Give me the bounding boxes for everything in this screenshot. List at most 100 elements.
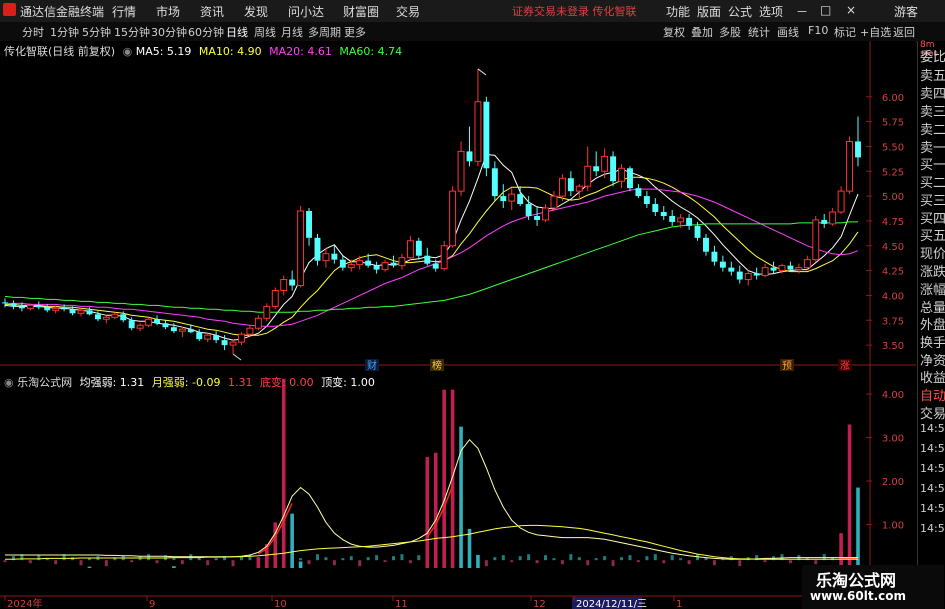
y-tick-label: 4.25 bbox=[882, 267, 904, 278]
maximize-button[interactable]: □ bbox=[820, 3, 831, 17]
menu-item-faxian[interactable]: 发现 bbox=[244, 3, 268, 20]
sub-small-bar bbox=[383, 560, 387, 563]
f10-button[interactable]: F10 bbox=[808, 24, 828, 37]
close-button[interactable]: × bbox=[846, 3, 856, 17]
tab-15min[interactable]: 15分钟 bbox=[114, 24, 150, 40]
add-watchlist-button[interactable]: +自选 bbox=[860, 24, 891, 40]
guest-label[interactable]: 游客 bbox=[894, 3, 918, 20]
menu-item-xuanxiang[interactable]: 选项 bbox=[759, 3, 783, 20]
candle-body bbox=[77, 309, 85, 314]
panel-turnover: 换手 bbox=[920, 336, 945, 351]
watermark: 乐淘公式网 www.60lt.com bbox=[802, 565, 944, 609]
menu-item-jiaoyi[interactable]: 交易 bbox=[396, 3, 420, 20]
tab-fenshi[interactable]: 分时 bbox=[22, 24, 44, 40]
avg-strength-label: 均强弱: 1.31 bbox=[79, 376, 145, 389]
adjust-button[interactable]: 复权 bbox=[663, 24, 685, 40]
menu-item-gongshi[interactable]: 公式 bbox=[728, 3, 752, 20]
date-label: 2024/12/11/三 bbox=[576, 599, 647, 609]
candle-body bbox=[627, 168, 633, 189]
draw-line-button[interactable]: 画线 bbox=[777, 24, 799, 40]
candle-body bbox=[711, 251, 718, 262]
candle-body bbox=[213, 335, 220, 341]
sub-small-bar bbox=[670, 555, 674, 561]
sub-small-bar bbox=[577, 557, 581, 561]
candle-body bbox=[787, 265, 794, 270]
candle-body bbox=[94, 314, 101, 320]
menu-item-caifuquan[interactable]: 财富圈 bbox=[343, 3, 379, 20]
menu-item-hangqing[interactable]: 行情 bbox=[112, 3, 136, 20]
settings-icon[interactable]: ◉ bbox=[4, 376, 14, 389]
candle-body bbox=[44, 307, 51, 311]
sub-bar bbox=[273, 522, 278, 568]
sub-bar bbox=[476, 554, 480, 568]
panel-outer: 外盘 bbox=[920, 318, 945, 333]
sub-small-bar bbox=[366, 557, 370, 561]
menu-item-shichang[interactable]: 市场 bbox=[156, 3, 180, 20]
date-label: 10 bbox=[274, 599, 287, 609]
candle-body bbox=[18, 306, 25, 309]
menu-item-banmian[interactable]: 版面 bbox=[697, 3, 721, 20]
sub-small-bar bbox=[180, 560, 184, 565]
candle-body bbox=[584, 165, 592, 187]
sub-small-bar bbox=[375, 555, 379, 561]
candle-body bbox=[306, 210, 312, 238]
tab-weekly[interactable]: 周线 bbox=[254, 24, 276, 40]
candle-body bbox=[457, 150, 465, 192]
candle-body bbox=[778, 265, 786, 272]
panel-earnings: 收益 bbox=[920, 371, 945, 386]
multi-stock-button[interactable]: 多股 bbox=[719, 24, 741, 40]
candle-body bbox=[593, 166, 600, 172]
tab-30min[interactable]: 30分钟 bbox=[151, 24, 187, 40]
sub-y-tick-label: 4.00 bbox=[882, 390, 904, 401]
panel-auto[interactable]: 自动 bbox=[920, 385, 945, 404]
statistics-button[interactable]: 统计 bbox=[748, 24, 770, 40]
panel-trade[interactable]: 交易 bbox=[920, 403, 945, 422]
tab-more[interactable]: 更多 bbox=[344, 24, 366, 40]
mark-button[interactable]: 标记 bbox=[834, 24, 856, 40]
login-status[interactable]: 证券交易未登录 传化智联 bbox=[512, 3, 637, 19]
tab-60min[interactable]: 60分钟 bbox=[188, 24, 224, 40]
sub-small-bar bbox=[155, 560, 159, 564]
minimize-button[interactable]: － bbox=[796, 3, 808, 20]
sub-bar bbox=[290, 513, 294, 568]
date-label: 11 bbox=[395, 599, 408, 609]
candle-body bbox=[728, 267, 735, 272]
main-chart-legend: 传化智联(日线 前复权) ◉ MA5: 5.19 MA10: 4.90 MA20… bbox=[4, 43, 402, 59]
candle-body bbox=[449, 190, 457, 247]
panel-buy2: 买二 bbox=[920, 176, 945, 191]
sub-small-bar bbox=[645, 556, 649, 561]
tab-monthly[interactable]: 月线 bbox=[281, 24, 303, 40]
menu-item-gongneng[interactable]: 功能 bbox=[666, 3, 690, 20]
kline-chart-canvas[interactable]: 6.00 5.75 5.50 5.25 5.00 4.75 4.50 4.25 4.00 3.75… bbox=[0, 41, 917, 609]
menu-item-wenxiaoda[interactable]: 问小达 bbox=[288, 3, 324, 20]
candle-body bbox=[550, 195, 558, 209]
menu-item-zixun[interactable]: 资讯 bbox=[200, 3, 224, 20]
watermark-url: www.60lt.com bbox=[810, 589, 907, 603]
back-button[interactable]: 返回 bbox=[893, 24, 915, 40]
sub-small-bar bbox=[518, 556, 522, 561]
candle-body bbox=[263, 305, 271, 319]
y-tick-label: 4.50 bbox=[882, 242, 904, 253]
sub-small-bar bbox=[679, 558, 683, 561]
candle-body bbox=[271, 289, 279, 307]
tab-multi-period[interactable]: 多周期 bbox=[308, 24, 341, 40]
sub-small-bar bbox=[130, 560, 134, 563]
sub-small-bar bbox=[560, 560, 564, 565]
sub-bar bbox=[256, 557, 261, 568]
tab-5min[interactable]: 5分钟 bbox=[82, 24, 111, 40]
candle-body bbox=[855, 141, 861, 158]
sub-small-bar bbox=[620, 557, 624, 561]
tab-1min[interactable]: 1分钟 bbox=[50, 24, 79, 40]
panel-sell3: 卖三 bbox=[920, 105, 945, 120]
panel-sell4: 卖四 bbox=[920, 87, 945, 102]
sub-small-bar bbox=[54, 560, 58, 565]
settings-icon[interactable]: ◉ bbox=[123, 45, 133, 58]
candle-body bbox=[187, 329, 194, 333]
sub-small-bar bbox=[510, 560, 514, 563]
y-tick-label: 6.00 bbox=[882, 93, 904, 104]
tab-daily[interactable]: 日线 bbox=[226, 24, 248, 40]
overlay-button[interactable]: 叠加 bbox=[691, 24, 713, 40]
candle-body bbox=[120, 314, 127, 321]
candle-body bbox=[694, 225, 701, 238]
sub-chart-legend: ◉ 乐淘公式网 均强弱: 1.31 月强弱: -0.09 1.31 底变: 0.… bbox=[4, 374, 375, 390]
